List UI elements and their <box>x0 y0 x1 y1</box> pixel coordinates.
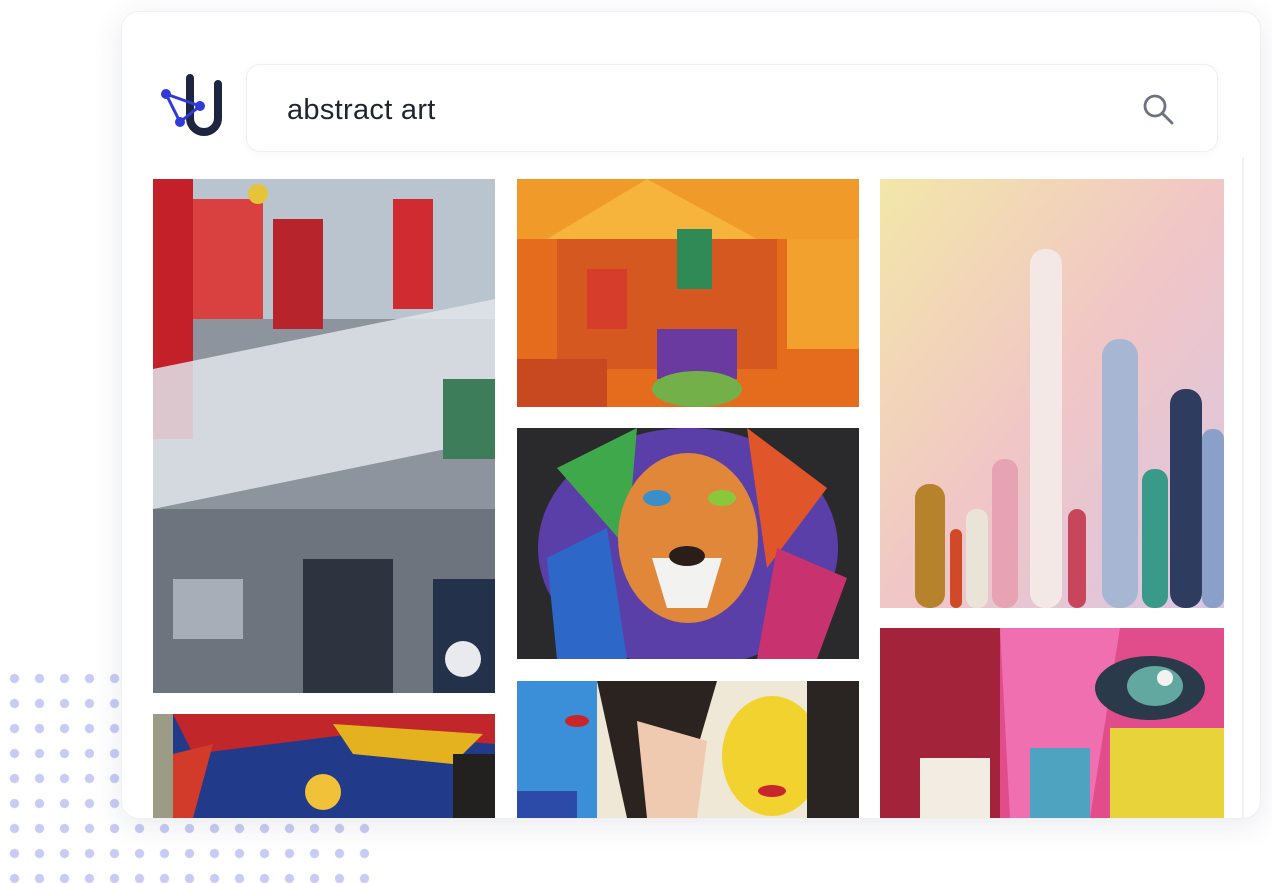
search-input[interactable] <box>285 89 1109 131</box>
drip-paint-painting[interactable] <box>880 179 1224 608</box>
logo-icon[interactable] <box>160 74 222 140</box>
abstract-blue-yellow-painting[interactable] <box>153 714 495 818</box>
scrollbar[interactable] <box>1242 157 1244 818</box>
colorful-lion-painting[interactable] <box>517 428 859 659</box>
search-results-card <box>121 11 1261 819</box>
abstract-splatter-painting[interactable] <box>153 179 495 693</box>
orange-house-painting[interactable] <box>517 179 859 407</box>
cubist-faces-painting[interactable] <box>517 681 859 818</box>
search-icon[interactable] <box>1141 92 1175 126</box>
colorful-face-eye-painting[interactable] <box>880 628 1224 818</box>
search-bar <box>246 64 1218 152</box>
